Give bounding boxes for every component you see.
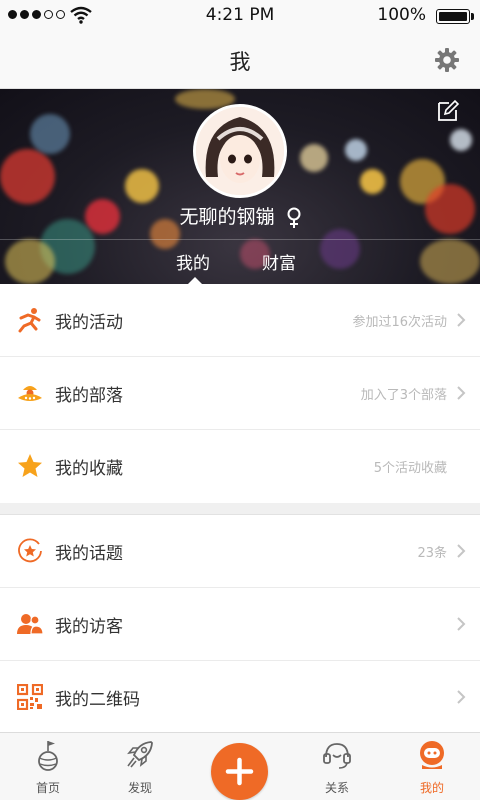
list-item-activities[interactable]: 我的活动 参加过16次活动 — [0, 284, 480, 357]
chevron-right-icon — [457, 386, 466, 400]
background-light — [125, 169, 159, 203]
list-item-label: 我的部落 — [55, 386, 123, 406]
profile-header: 无聊的钢镚 我的 财富 — [0, 89, 480, 284]
list-item-qrcode[interactable]: 我的二维码 — [0, 661, 480, 734]
create-plus-button[interactable] — [211, 743, 268, 800]
chevron-right-icon — [457, 544, 466, 558]
tab-mine[interactable]: 我的 — [176, 249, 210, 274]
section-divider — [0, 503, 480, 515]
battery-cap — [471, 13, 474, 20]
list-item-topics[interactable]: 我的话题 23条 — [0, 515, 480, 588]
star-icon — [18, 454, 42, 477]
edit-profile-icon[interactable] — [436, 99, 460, 123]
list-item-detail: 参加过16次活动 — [352, 315, 447, 330]
list-item-label: 我的访客 — [55, 617, 123, 637]
tribe-icon — [18, 386, 42, 401]
bottom-tab-bar: 首页 发现 关系 我的 — [0, 732, 480, 800]
rocket-icon — [127, 741, 153, 768]
page-title: 我 — [229, 50, 251, 74]
running-person-icon — [18, 308, 41, 333]
list-item-detail: 23条 — [417, 546, 447, 561]
background-light — [450, 129, 472, 151]
topic-star-circle-icon — [18, 538, 42, 563]
settings-gear-icon[interactable] — [434, 47, 460, 73]
visitors-icon — [17, 614, 43, 635]
list-item-label: 我的收藏 — [55, 459, 123, 479]
planet-flag-icon — [38, 741, 58, 771]
navigation-bar: 我 — [0, 32, 480, 89]
username-row: 无聊的钢镚 — [0, 202, 480, 229]
list-item-visitors[interactable]: 我的访客 — [0, 588, 480, 661]
list-item-label: 我的话题 — [55, 544, 123, 564]
list-item-label: 我的二维码 — [55, 690, 140, 710]
profile-tabs: 我的 财富 — [0, 249, 480, 279]
header-divider — [0, 239, 480, 240]
tab-mine-label: 我的 — [419, 781, 444, 795]
chevron-right-icon — [457, 617, 466, 631]
status-bar: 4:21 PM 100% — [0, 0, 480, 32]
battery-icon — [436, 9, 470, 24]
tab-mine-bottom[interactable]: 我的 — [387, 733, 477, 800]
list-item-label: 我的活动 — [55, 313, 123, 333]
tab-home[interactable]: 首页 — [3, 733, 93, 800]
background-light — [300, 144, 328, 172]
astronaut-icon — [420, 741, 444, 769]
tab-relations-label: 关系 — [324, 781, 349, 795]
tab-wealth[interactable]: 财富 — [262, 249, 296, 274]
active-tab-indicator — [188, 277, 202, 284]
avatar[interactable] — [193, 104, 287, 198]
tab-discover-label: 发现 — [127, 781, 152, 795]
tab-discover[interactable]: 发现 — [95, 733, 185, 800]
background-light — [345, 139, 367, 161]
female-gender-icon — [287, 207, 301, 228]
background-light — [0, 149, 55, 204]
tab-home-label: 首页 — [35, 781, 60, 795]
background-light — [30, 114, 70, 154]
headset-icon — [323, 743, 351, 769]
tab-relations[interactable]: 关系 — [292, 733, 382, 800]
plus-icon — [225, 757, 254, 786]
username: 无聊的钢镚 — [179, 206, 275, 228]
list-item-favorites[interactable]: 我的收藏 5个活动收藏 — [0, 430, 480, 503]
chevron-right-icon — [457, 313, 466, 327]
background-light — [360, 169, 385, 194]
list-item-detail: 加入了3个部落 — [360, 388, 447, 403]
chevron-right-icon — [457, 690, 466, 704]
list-item-tribes[interactable]: 我的部落 加入了3个部落 — [0, 357, 480, 430]
list-item-detail: 5个活动收藏 — [373, 461, 447, 476]
avatar-illustration — [196, 107, 284, 195]
qr-code-icon — [17, 684, 43, 710]
battery-percentage: 100% — [377, 5, 426, 25]
